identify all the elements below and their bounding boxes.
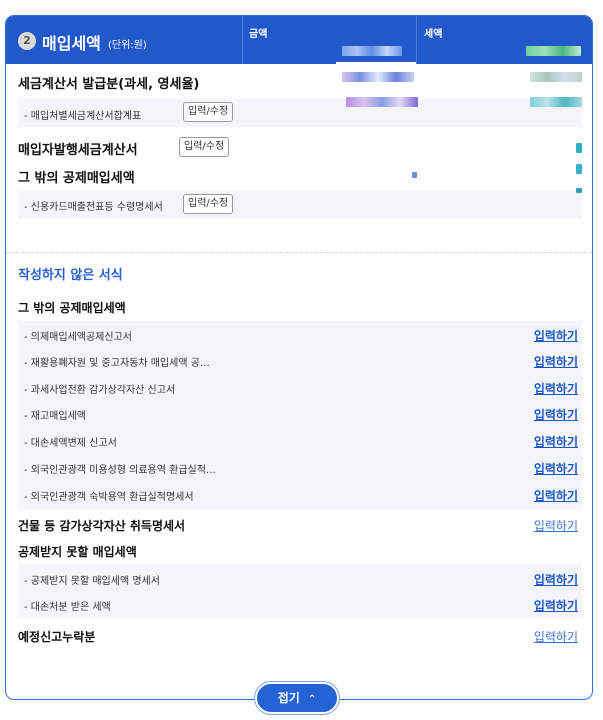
list-item-label: - 공제받지 못할 매입세액 명세서 xyxy=(24,576,160,587)
list-item-label: - 대손세액변제 신고서 xyxy=(24,438,117,449)
input-link[interactable]: 입력하기 xyxy=(534,406,578,423)
chevron-up-icon: ⌃ xyxy=(307,694,317,705)
section-divider xyxy=(6,252,592,253)
column-divider xyxy=(242,16,243,64)
purchase-tax-panel: 2 매입세액 (단위:원) 금액 세액 세금계산서 발급분(과세, 영세율) -… xyxy=(5,15,593,700)
amount-column-header: 금액 xyxy=(249,29,268,40)
other-deduction-group-label: 그 밖의 공제매입세액 xyxy=(18,301,126,315)
list-item-label: - 과세사업전환 감가상각자산 신고서 xyxy=(24,385,176,396)
input-link[interactable]: 입력하기 xyxy=(534,487,578,504)
section-title: 매입세액 xyxy=(42,34,101,53)
input-link[interactable]: 입력하기 xyxy=(534,327,578,344)
unit-label: (단위:원) xyxy=(108,40,147,51)
redacted-tax xyxy=(530,72,582,82)
list-item-label: - 외국인관광객 미용성형 의료용역 환급실적… xyxy=(24,465,216,476)
list-item-label: - 재고매입세액 xyxy=(24,411,86,422)
list-item-label: - 의제매입세액공제신고서 xyxy=(24,332,132,343)
non-deductible-group-label: 공제받지 못할 매입세액 xyxy=(18,545,137,559)
edit-button[interactable]: 입력/수정 xyxy=(183,194,234,214)
tax-invoice-summary-label: - 매입처별세금계산서합계표 xyxy=(24,111,142,122)
redacted-amount xyxy=(412,172,417,178)
unwritten-forms-title: 작성하지 않은 서식 xyxy=(18,268,123,283)
other-deduction-label: 그 밖의 공제매입세액 xyxy=(18,171,135,186)
list-item-label: - 대손처분 받은 세액 xyxy=(24,602,111,613)
input-link[interactable]: 입력하기 xyxy=(534,460,578,477)
redacted-tax xyxy=(530,97,582,107)
redacted-tax xyxy=(576,164,582,174)
redacted-amount xyxy=(346,97,418,107)
column-divider xyxy=(416,16,417,64)
credit-card-statement-label: - 신용카드매출전표등 수령명세서 xyxy=(24,202,163,213)
list-item-label: - 외국인관광객 숙박용역 환급실적명세서 xyxy=(24,492,194,503)
input-link[interactable]: 입력하기 xyxy=(534,353,578,370)
list-item-label: - 재활용폐자원 및 중고자동차 매입세액 공… xyxy=(24,358,210,369)
fold-button[interactable]: 접기 ⌃ xyxy=(257,684,337,712)
input-link[interactable]: 입력하기 xyxy=(534,597,578,614)
sub-rows-group xyxy=(18,321,582,509)
edit-button[interactable]: 입력/수정 xyxy=(179,137,230,157)
redacted-tax xyxy=(526,46,581,56)
fold-button-label: 접기 xyxy=(277,691,300,705)
building-depreciation-label: 건물 등 감가상각자산 취득명세서 xyxy=(18,519,186,533)
section-number-badge: 2 xyxy=(18,32,36,50)
input-link[interactable]: 입력하기 xyxy=(534,517,578,534)
redacted-tax xyxy=(576,188,582,193)
tax-column-header: 세액 xyxy=(424,29,443,40)
amount-column-underline xyxy=(336,62,416,64)
redacted-amount xyxy=(342,72,414,82)
input-link[interactable]: 입력하기 xyxy=(534,380,578,397)
buyer-issued-invoice-label: 매입자발행세금계산서 xyxy=(18,143,138,158)
redacted-tax xyxy=(576,143,582,153)
tax-invoice-label: 세금계산서 발급분(과세, 영세율) xyxy=(18,77,200,92)
redacted-amount xyxy=(342,46,402,56)
input-link[interactable]: 입력하기 xyxy=(534,571,578,588)
panel-header: 2 매입세액 (단위:원) 금액 세액 xyxy=(6,16,592,64)
input-link[interactable]: 입력하기 xyxy=(534,628,578,645)
omission-label: 예정신고누락분 xyxy=(18,630,96,644)
edit-button[interactable]: 입력/수정 xyxy=(183,102,234,122)
input-link[interactable]: 입력하기 xyxy=(534,433,578,450)
